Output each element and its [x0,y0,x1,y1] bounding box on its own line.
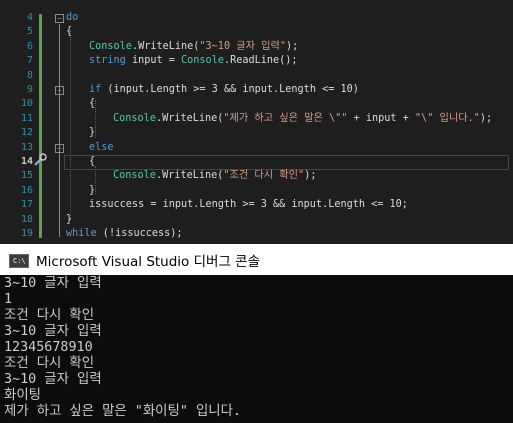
line-number: 13 [20,141,33,153]
code-token: if [89,84,102,95]
code-line[interactable]: 16} [0,184,513,198]
code-text: } [89,184,95,198]
code-token: "제가 하고 싶은 말은 \"" [223,112,348,124]
code-token: (!issuccess); [96,228,183,239]
code-token: "\" 입니다." [414,112,480,124]
line-number: 12 [20,127,33,139]
code-text: issuccess = input.Length >= 3 && input.L… [89,198,408,212]
code-text: Console.WriteLine("3~10 글자 입력"); [89,40,298,54]
console-output-line: 조건 다시 확인 [4,356,95,371]
debug-console-output[interactable]: 3~10 글자 입력 1 조건 다시 확인 3~10 글자 입력 12345678910… [0,275,513,423]
code-text: Console.WriteLine("조건 다시 확인"); [113,169,316,183]
code-token: (input.Length >= 3 && input.Length <= 10… [101,84,359,95]
code-text: do [66,11,78,25]
window-title: Microsoft Visual Studio 디버그 콘솔 [36,254,261,270]
code-token: { [89,156,96,167]
code-token: } [66,213,73,225]
code-token: while [66,228,97,239]
quick-actions-screwdriver-icon[interactable] [33,153,47,167]
code-token: .WriteLine( [155,170,224,182]
code-line[interactable]: 9 − if (input.Length >= 3 && input.Length … [0,83,513,97]
code-text: { [89,97,95,111]
code-token: input = [125,55,182,67]
code-token: else [89,141,114,153]
code-text: while (!issuccess); [66,227,183,241]
code-text: } [89,126,95,140]
code-line[interactable]: 13 − else [0,141,513,155]
code-line[interactable]: 11 Console.WriteLine("제가 하고 싶은 말은 \"" + i… [0,112,513,126]
code-text: { [89,155,95,169]
console-output-line: 3~10 글자 입력 [4,324,102,339]
code-text: string input = Console.ReadLine(); [89,54,298,68]
code-token: Console [89,40,132,52]
line-number: 19 [20,228,33,239]
console-output-line: 12345678910 [4,340,93,355]
code-text: else [89,141,114,155]
code-line[interactable]: 4 − do [0,11,513,25]
line-number: 7 [26,55,33,67]
code-token: .ReadLine(); [223,55,298,67]
line-number: 17 [20,199,33,211]
code-text: if (input.Length >= 3 && input.Length <=… [89,83,359,97]
code-line[interactable]: 7 string input = Console.ReadLine(); [0,54,513,68]
code-line[interactable]: 12} [0,126,513,140]
code-line[interactable]: 14 { [0,155,513,170]
code-line[interactable]: 17 issuccess = input.Length >= 3 && input… [0,198,513,212]
code-token: + input + [347,112,415,124]
code-line[interactable]: 19 while (!issuccess); [0,227,513,241]
code-token: ); [304,170,317,182]
collapse-toggle-icon[interactable]: − [55,143,64,153]
code-token: ); [479,112,493,124]
line-number: 11 [20,112,33,124]
code-editor[interactable]: 4− do 5{6 Console.WriteLine("3~10 글자 입력"); 7… [0,0,513,244]
line-number: 4 [26,12,33,23]
line-number: 8 [26,69,33,81]
line-number: 5 [26,26,33,38]
line-number: 10 [20,98,33,110]
code-token: { [89,98,96,110]
line-number: 15 [20,170,33,182]
code-token: Console [181,55,224,67]
collapse-toggle-icon[interactable]: − [55,14,64,23]
console-window-icon: C:\ [9,254,29,268]
current-line-highlight [64,155,509,170]
code-token: "3~10 글자 입력" [199,40,286,52]
code-token: .WriteLine( [155,112,224,124]
code-text: Console.WriteLine("제가 하고 싶은 말은 \"" + inp… [113,112,492,126]
console-output-line: 조건 다시 확인 [4,308,95,323]
code-token: .WriteLine( [131,40,200,52]
code-line[interactable]: 10 { [0,97,513,111]
code-token: "조건 다시 확인" [223,170,305,182]
code-token: Console [113,170,156,182]
console-output-line: 1 [4,292,13,307]
code-token: Console [113,112,156,124]
code-token: ); [285,40,299,52]
code-text: { [66,25,72,39]
line-number: 9 [26,84,33,95]
line-number: 18 [20,213,33,225]
code-line[interactable]: 15 Console.WriteLine("조건 다시 확인"); [0,169,513,183]
code-token: do [66,12,79,23]
code-text: } [66,213,72,227]
code-token: } [89,127,96,139]
collapse-toggle-icon[interactable]: − [55,86,64,95]
line-number: 14 [20,156,33,167]
code-token: string [89,55,126,67]
debug-console-titlebar[interactable]: C:\ Microsoft Visual Studio 디버그 콘솔 [0,244,513,275]
line-number: 16 [20,184,33,196]
code-line[interactable]: 18} [0,213,513,227]
code-line[interactable]: 8 [0,69,513,83]
console-output-line: 3~10 글자 입력 [4,372,102,387]
console-output-line: 제가 하고 싶은 말은 "화이팅" 입니다. [4,404,241,419]
console-output-line: 3~10 글자 입력 [4,276,102,291]
code-line[interactable]: 6 Console.WriteLine("3~10 글자 입력"); [0,40,513,54]
code-token: { [66,26,73,38]
console-output-line: 화이팅 [4,388,41,403]
code-token: issuccess = input.Length >= 3 && input.L… [89,199,408,211]
code-line[interactable]: 5{ [0,25,513,39]
code-token: } [89,184,96,196]
line-number: 6 [26,40,33,52]
